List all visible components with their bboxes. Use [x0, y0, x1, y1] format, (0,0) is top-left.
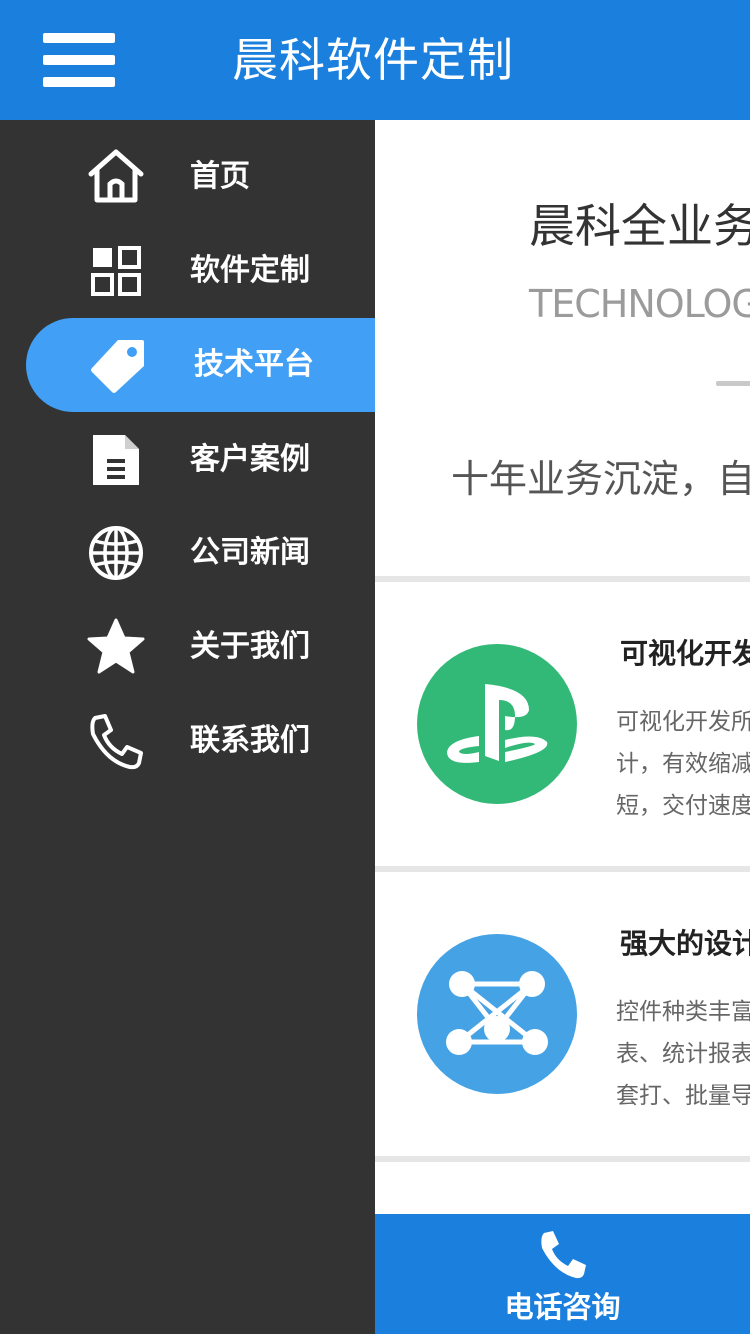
hamburger-menu-icon[interactable]: [43, 33, 115, 87]
sidebar-item-label: 首页: [190, 159, 250, 194]
feature-text-line: 计，有效缩减: [616, 751, 750, 777]
feature-text-line: 控件种类丰富: [616, 999, 750, 1025]
network-nodes-icon: [417, 934, 577, 1094]
feature-text-line: 可视化开发所: [616, 709, 750, 735]
phone-icon: [535, 1226, 591, 1282]
sidebar-item-label: 公司新闻: [190, 535, 310, 570]
menu-bar: [43, 77, 115, 87]
sidebar-item-label: 客户案例: [190, 442, 310, 477]
menu-bar: [43, 55, 115, 65]
grid-icon: [85, 240, 147, 302]
playstation-logo-icon: [417, 644, 577, 804]
sidebar-item-home[interactable]: 首页: [0, 132, 375, 222]
sidebar-item-news[interactable]: 公司新闻: [0, 508, 375, 598]
hero-description: 十年业务沉淀，自: [451, 457, 750, 501]
hero-subtitle: TECHNOLOGY: [529, 282, 750, 326]
feature-title: 可视化开发: [620, 637, 750, 670]
app-header: 晨科软件定制: [0, 0, 750, 120]
sidebar-item-software[interactable]: 软件定制: [0, 226, 375, 316]
feature-card-design[interactable]: 强大的设计 控件种类丰富 表、统计报表 套打、批量导: [375, 872, 750, 1158]
phone-icon: [85, 710, 147, 772]
feature-card-visual-dev[interactable]: 可视化开发 可视化开发所 计，有效缩减 短，交付速度: [375, 582, 750, 868]
phone-consult-button[interactable]: 电话咨询: [375, 1214, 750, 1334]
feature-title: 强大的设计: [620, 927, 750, 960]
page-title: 晨科软件定制: [232, 33, 514, 87]
main-content: 晨科全业务 TECHNOLOGY 十年业务沉淀，自 可视化开发 可视化开发所 计…: [375, 120, 750, 1334]
sidebar-item-about[interactable]: 关于我们: [0, 602, 375, 692]
document-icon: [85, 429, 147, 491]
star-icon: [85, 616, 147, 678]
sidebar-item-tech-platform[interactable]: 技术平台: [26, 318, 375, 412]
sidebar-item-cases[interactable]: 客户案例: [0, 415, 375, 505]
hero-section: 晨科全业务 TECHNOLOGY 十年业务沉淀，自: [375, 120, 750, 576]
sidebar-item-label: 关于我们: [190, 629, 310, 664]
sidebar-item-label: 技术平台: [194, 347, 314, 382]
globe-icon: [85, 522, 147, 584]
feature-text-line: 表、统计报表: [616, 1041, 750, 1067]
menu-bar: [43, 33, 115, 43]
phone-consult-label: 电话咨询: [504, 1290, 621, 1324]
feature-text-line: 套打、批量导: [616, 1083, 750, 1109]
hero-title: 晨科全业务: [529, 199, 750, 253]
hero-divider: [716, 381, 750, 386]
feature-text-line: 短，交付速度: [616, 793, 750, 819]
sidebar-item-contact[interactable]: 联系我们: [0, 696, 375, 786]
section-divider: [375, 1156, 750, 1162]
sidebar-item-label: 联系我们: [190, 723, 310, 758]
home-icon: [85, 146, 147, 208]
sidebar-item-label: 软件定制: [190, 253, 310, 288]
tag-icon: [88, 334, 150, 396]
sidebar-nav: 首页 软件定制 技术平台 客户案例 公司新闻 关于我们 联系我们: [0, 120, 375, 1334]
